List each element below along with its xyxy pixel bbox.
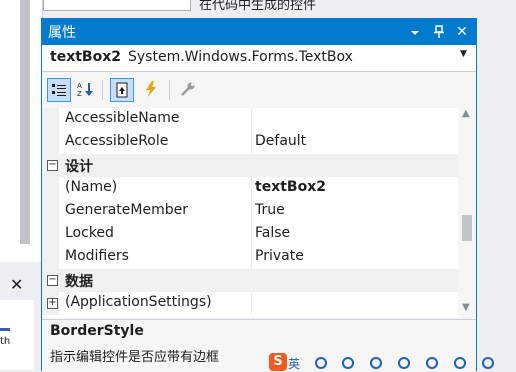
wrench-icon xyxy=(176,78,200,102)
column-divider xyxy=(251,200,252,223)
description-title: BorderStyle xyxy=(50,323,144,339)
column-divider xyxy=(251,292,252,315)
category-row-design[interactable]: − 设计 xyxy=(42,154,458,177)
chevron-down-icon[interactable] xyxy=(406,22,424,42)
property-value[interactable]: True xyxy=(255,202,285,218)
property-grid: AccessibleName AccessibleRole Default − … xyxy=(42,108,458,318)
row-margin xyxy=(42,177,59,200)
scroll-down-icon[interactable]: ▼ xyxy=(462,302,470,313)
emoji-icon[interactable] xyxy=(342,357,354,369)
column-divider xyxy=(251,177,252,200)
property-name: (Name) xyxy=(65,179,118,195)
window-title: 属性 xyxy=(48,25,76,41)
grid-scrollbar[interactable]: ▲ ▼ xyxy=(458,108,476,318)
description-text: 指示编辑控件是否应带有边框 xyxy=(50,350,220,365)
property-name: Modifiers xyxy=(65,248,129,264)
collapse-icon[interactable]: − xyxy=(47,275,58,286)
pin-icon[interactable] xyxy=(430,22,448,42)
close-icon[interactable]: ✕ xyxy=(453,22,471,42)
keyboard-icon[interactable] xyxy=(398,357,410,369)
properties-toolbar: AZ xyxy=(42,72,476,108)
property-row-accessiblename[interactable]: AccessibleName xyxy=(42,108,458,131)
sogou-ime-icon[interactable]: S xyxy=(269,353,287,371)
property-name: Locked xyxy=(65,225,114,241)
skin-icon[interactable] xyxy=(426,357,438,369)
expand-icon[interactable]: + xyxy=(47,298,58,309)
row-margin xyxy=(42,200,59,223)
svg-text:A: A xyxy=(77,82,82,90)
selection-indicator xyxy=(0,328,10,331)
events-icon[interactable] xyxy=(139,78,163,102)
collapse-icon[interactable]: − xyxy=(47,160,58,171)
properties-icon[interactable] xyxy=(110,78,134,102)
property-row-generatemember[interactable]: GenerateMember True xyxy=(42,200,458,223)
svg-text:Z: Z xyxy=(77,90,82,97)
punctuation-icon[interactable] xyxy=(315,357,327,369)
alphabetical-icon[interactable]: AZ xyxy=(74,78,98,102)
chevron-down-icon[interactable]: ▼ xyxy=(460,49,467,59)
property-row-modifiers[interactable]: Modifiers Private xyxy=(42,246,458,269)
column-divider xyxy=(251,131,252,154)
property-name: GenerateMember xyxy=(65,202,188,218)
voice-icon[interactable] xyxy=(370,357,382,369)
top-partial-text: 在代码中生成的控件 xyxy=(199,0,317,13)
toolbar-separator xyxy=(102,80,103,100)
properties-window: 属性 ✕ textBox2 System.Windows.Forms.TextB… xyxy=(41,18,477,372)
object-type: System.Windows.Forms.TextBox xyxy=(128,49,353,65)
row-margin xyxy=(42,223,59,246)
system-tray: S 英 xyxy=(269,353,516,372)
close-icon[interactable]: ✕ xyxy=(10,276,23,294)
property-value[interactable]: False xyxy=(255,225,290,241)
property-name: AccessibleRole xyxy=(65,133,169,149)
property-value[interactable]: Private xyxy=(255,248,304,264)
category-row-data[interactable]: − 数据 xyxy=(42,269,458,292)
property-name: (ApplicationSettings) xyxy=(65,294,212,310)
property-value[interactable]: Default xyxy=(255,133,306,149)
category-label: 数据 xyxy=(65,274,93,290)
left-bottom-panel xyxy=(0,300,34,370)
categorized-icon[interactable] xyxy=(47,78,71,102)
column-divider xyxy=(251,108,252,131)
property-row-accessiblerole[interactable]: AccessibleRole Default xyxy=(42,131,458,154)
column-divider xyxy=(251,246,252,269)
right-background xyxy=(476,18,516,370)
property-row-locked[interactable]: Locked False xyxy=(42,223,458,246)
top-input-box[interactable] xyxy=(43,0,191,11)
property-value[interactable]: textBox2 xyxy=(255,179,326,195)
row-margin xyxy=(42,108,59,131)
property-name: AccessibleName xyxy=(65,110,180,126)
left-panel-scrollbar-thumb[interactable] xyxy=(20,0,30,244)
toolbar-separator xyxy=(169,80,170,100)
scrollbar-thumb[interactable] xyxy=(462,215,472,241)
object-selector[interactable]: textBox2 System.Windows.Forms.TextBox ▼ xyxy=(42,45,476,72)
properties-title-bar[interactable]: 属性 ✕ xyxy=(42,19,476,45)
property-row-applicationsettings[interactable]: + (ApplicationSettings) xyxy=(42,292,458,315)
toolbox-icon[interactable] xyxy=(454,357,466,369)
row-margin xyxy=(42,246,59,269)
object-name: textBox2 xyxy=(50,49,121,65)
tray-extra-icon[interactable] xyxy=(482,357,494,369)
ime-mode-icon[interactable]: 英 xyxy=(288,355,300,372)
scroll-up-icon[interactable]: ▲ xyxy=(462,108,470,119)
column-divider xyxy=(251,223,252,246)
property-row-name[interactable]: (Name) textBox2 xyxy=(42,177,458,200)
category-label: 设计 xyxy=(65,159,93,175)
row-margin xyxy=(42,131,59,154)
left-partial-text: th xyxy=(0,336,11,347)
